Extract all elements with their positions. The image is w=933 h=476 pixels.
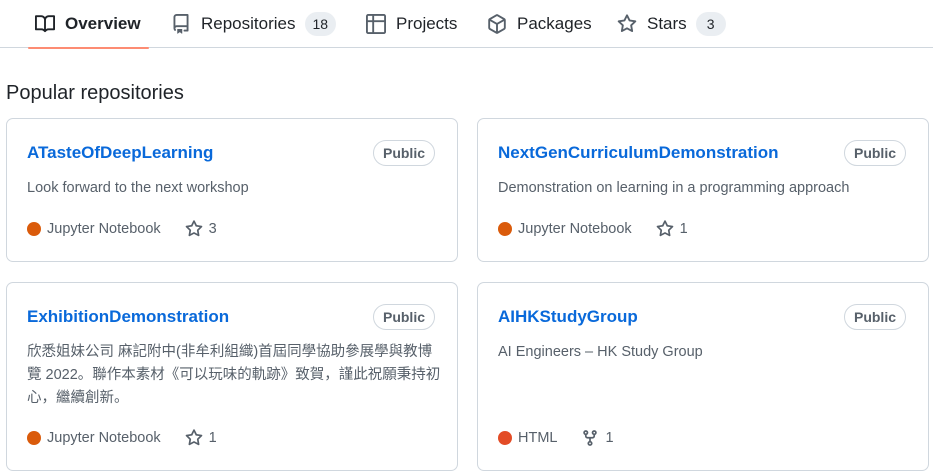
visibility-badge: Public — [372, 140, 435, 166]
star-icon — [185, 220, 202, 237]
language-color-dot — [498, 222, 512, 236]
star-icon — [617, 13, 637, 34]
repo-description: Look forward to the next workshop — [27, 180, 249, 196]
tab-label: Overview — [65, 13, 141, 33]
star-count: 1 — [208, 430, 217, 446]
repo-meta: HTML 1 — [498, 429, 614, 447]
star-count: 3 — [208, 221, 217, 237]
repo-meta: Jupyter Notebook 1 — [498, 220, 688, 238]
tab-stars[interactable]: Stars 3 — [617, 0, 726, 47]
fork-count: 1 — [605, 430, 614, 446]
visibility-badge: Public — [843, 140, 906, 166]
stars-count-badge: 3 — [695, 11, 726, 36]
tab-label: Projects — [396, 13, 458, 33]
repo-card: AIHKStudyGroup Public AI Engineers – HK … — [477, 282, 929, 471]
forks-link[interactable]: 1 — [581, 429, 614, 447]
stargazers-link[interactable]: 3 — [185, 220, 217, 238]
profile-tab-nav: Overview Repositories 18 Projects Packag… — [0, 0, 933, 49]
repo-language: Jupyter Notebook — [498, 221, 632, 237]
repo-icon — [171, 13, 191, 34]
stargazers-link[interactable]: 1 — [185, 429, 217, 447]
repo-name-link[interactable]: AIHKStudyGroup — [498, 307, 638, 327]
tab-overview[interactable]: Overview — [28, 0, 149, 49]
section-title: Popular repositories — [6, 82, 184, 104]
language-label: HTML — [518, 430, 558, 446]
language-label: Jupyter Notebook — [47, 430, 161, 446]
star-count: 1 — [679, 221, 688, 237]
repositories-count-badge: 18 — [304, 11, 337, 36]
repo-name-link[interactable]: ExhibitionDemonstration — [27, 307, 229, 327]
book-icon — [35, 14, 55, 34]
table-icon — [366, 13, 386, 34]
repo-language: Jupyter Notebook — [27, 430, 161, 446]
star-icon — [656, 220, 673, 237]
package-icon — [487, 13, 507, 34]
stargazers-link[interactable]: 1 — [656, 220, 688, 238]
language-color-dot — [27, 431, 41, 445]
tab-label: Packages — [517, 13, 592, 33]
language-color-dot — [27, 222, 41, 236]
repo-card: ATasteOfDeepLearning Public Look forward… — [6, 118, 458, 262]
star-icon — [185, 429, 202, 446]
language-label: Jupyter Notebook — [518, 221, 632, 237]
repo-language: HTML — [498, 430, 557, 446]
repo-description: AI Engineers – HK Study Group — [498, 344, 703, 360]
visibility-badge: Public — [372, 304, 435, 330]
fork-icon — [583, 430, 598, 446]
repo-meta: Jupyter Notebook 1 — [27, 429, 217, 447]
tab-label: Stars — [647, 13, 687, 33]
repo-card: NextGenCurriculumDemonstration Public De… — [477, 118, 929, 262]
repo-card: ExhibitionDemonstration Public 欣悉姐妹公司 麻記… — [6, 282, 458, 471]
repo-language: Jupyter Notebook — [27, 221, 161, 237]
repo-description: Demonstration on learning in a programmi… — [498, 180, 850, 196]
tab-packages[interactable]: Packages — [487, 0, 592, 47]
tab-label: Repositories — [201, 13, 296, 33]
language-label: Jupyter Notebook — [47, 221, 161, 237]
repo-name-link[interactable]: ATasteOfDeepLearning — [27, 143, 213, 163]
repo-name-link[interactable]: NextGenCurriculumDemonstration — [498, 143, 779, 163]
repo-description: 欣悉姐妹公司 麻記附中(非牟利組織)首屆同學協助參展學與教博覽 2022。聯作本… — [27, 344, 441, 406]
visibility-badge: Public — [843, 304, 906, 330]
tab-projects[interactable]: Projects — [366, 0, 457, 47]
language-color-dot — [498, 431, 512, 445]
repo-meta: Jupyter Notebook 3 — [27, 220, 217, 238]
tab-repositories[interactable]: Repositories 18 — [171, 0, 337, 47]
